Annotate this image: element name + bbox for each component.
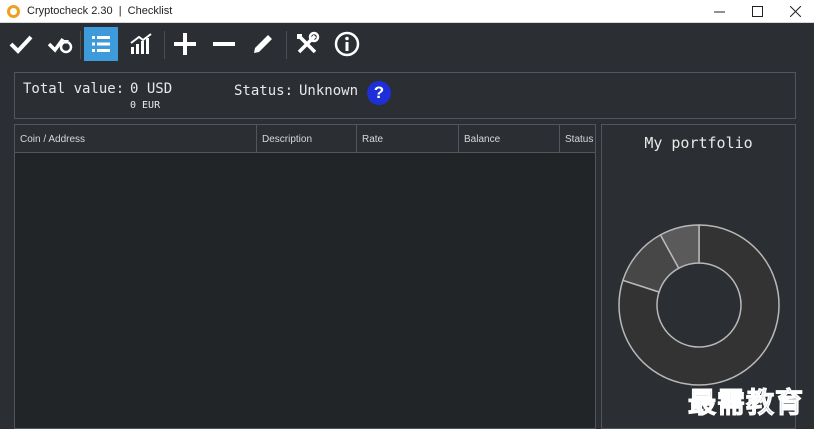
total-value-usd: 0 USD [130,81,173,97]
pencil-icon [254,35,272,53]
status-label: Status: [234,83,294,99]
list-button[interactable] [84,27,118,61]
bar-chart-icon [130,33,152,54]
close-icon [789,6,801,17]
summary-panel: Total value: 0 USD 0 EUR Status: Unknown… [14,72,796,119]
minus-icon [213,42,235,46]
title-bar: Cryptocheck 2.30 | Checklist [0,0,814,23]
list-icon [92,36,110,52]
info-icon [334,31,360,57]
check-refresh-button[interactable] [43,27,77,61]
column-header-rate[interactable]: Rate [357,125,459,153]
watermark: 最需教育 [687,386,805,420]
chart-button[interactable] [124,27,158,61]
window-title: Cryptocheck 2.30 | Checklist [27,5,173,17]
status-value: Unknown [299,83,359,99]
plus-icon [174,33,196,55]
add-button[interactable] [168,27,202,61]
close-button[interactable] [776,0,814,23]
coin-table[interactable]: Coin / Address Description Rate Balance … [14,124,596,429]
toolbar-separator [80,31,81,59]
about-button[interactable] [330,27,364,61]
column-header-coin-address[interactable]: Coin / Address [15,125,257,153]
portfolio-title: My portfolio [644,134,753,152]
minimize-icon [713,11,725,13]
toolbar [0,23,814,67]
column-header-status[interactable]: Status [560,125,595,153]
settings-button[interactable] [290,27,324,61]
window-controls [700,0,814,23]
column-header-balance[interactable]: Balance [459,125,560,153]
checkmark-icon [9,35,33,54]
maximize-icon [751,6,763,17]
portfolio-donut-chart [618,224,780,386]
total-value-eur: 0 EUR [130,100,161,111]
check-button[interactable] [4,27,38,61]
question-mark-icon: ? [373,83,385,102]
minimize-button[interactable] [700,0,738,23]
check-refresh-icon [47,37,73,54]
app-logo-icon [7,4,20,18]
toolbar-separator [286,31,287,59]
edit-button[interactable] [246,27,280,61]
tools-icon [297,31,320,54]
table-header: Coin / Address Description Rate Balance … [15,125,595,153]
help-button[interactable]: ? [367,81,391,105]
remove-button[interactable] [207,27,241,61]
column-header-description[interactable]: Description [257,125,357,153]
maximize-button[interactable] [738,0,776,23]
total-value-label: Total value: [23,81,125,97]
toolbar-separator [164,31,165,59]
